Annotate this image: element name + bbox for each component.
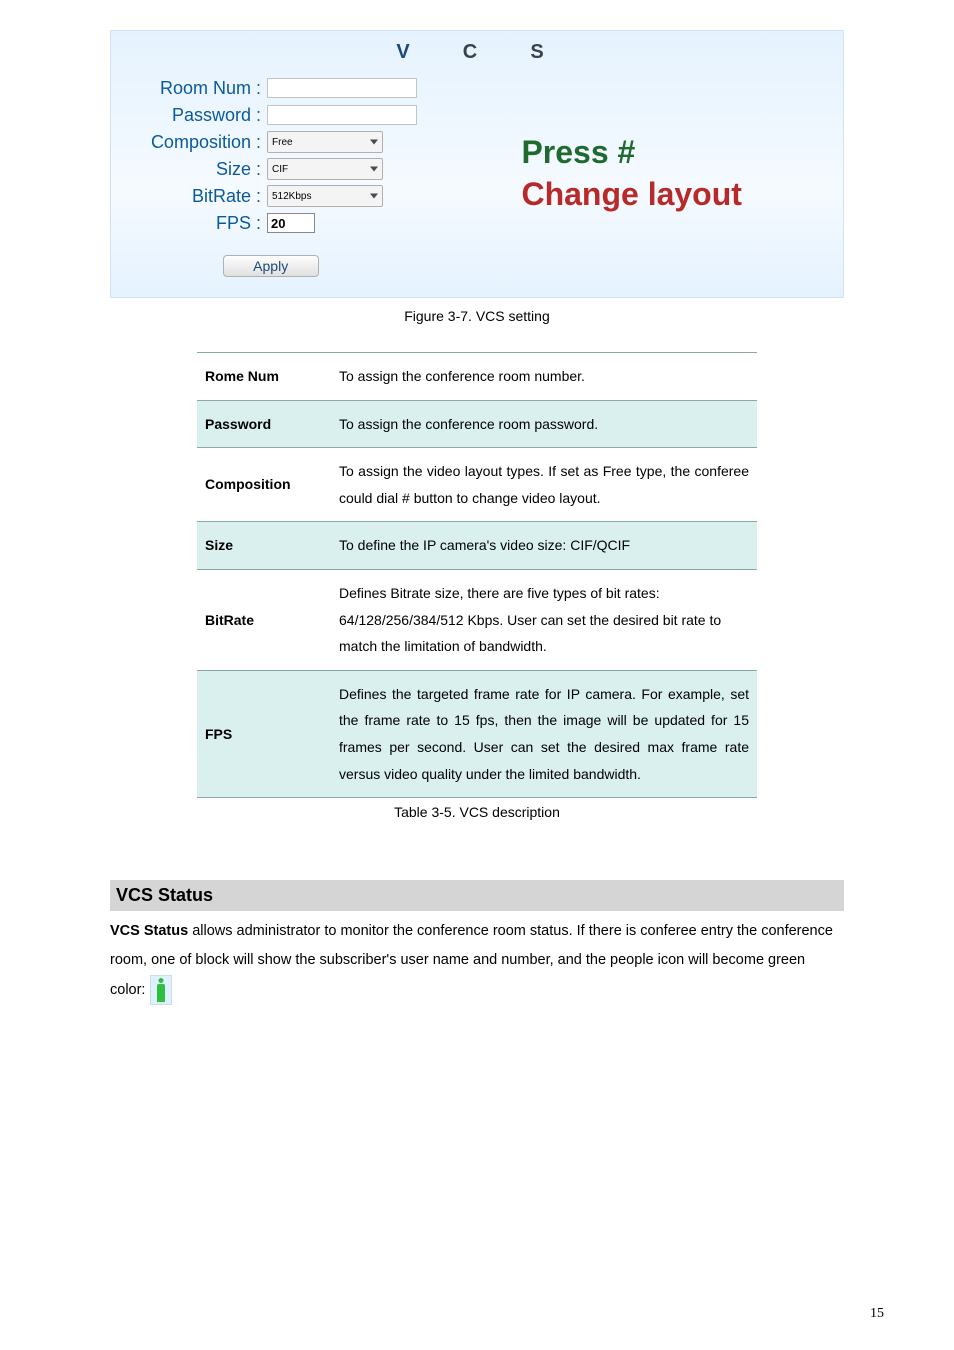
vcs-status-body: VCS Status allows administrator to monit… (110, 917, 844, 1005)
table-row: PasswordTo assign the conference room pa… (197, 400, 757, 448)
table-row-name: BitRate (197, 569, 331, 670)
composition-select[interactable]: Free (267, 131, 383, 153)
figure-caption: Figure 3-7. VCS setting (110, 308, 844, 324)
vcs-status-text: allows administrator to monitor the conf… (110, 923, 833, 998)
table-row: SizeTo define the IP camera's video size… (197, 522, 757, 570)
bitrate-value: 512Kbps (272, 191, 311, 202)
table-row-desc: To define the IP camera's video size: CI… (331, 522, 757, 570)
password-label: Password : (111, 105, 267, 126)
table-row: FPSDefines the targeted frame rate for I… (197, 670, 757, 797)
table-row-desc: To assign the video layout types. If set… (331, 448, 757, 522)
table-caption: Table 3-5. VCS description (110, 804, 844, 820)
table-row-name: FPS (197, 670, 331, 797)
size-label: Size : (111, 159, 267, 180)
person-green-icon (150, 975, 172, 1005)
room-num-input[interactable] (267, 78, 417, 98)
vcs-description-table: Rome NumTo assign the conference room nu… (197, 352, 757, 798)
composition-value: Free (272, 137, 293, 148)
table-row-name: Composition (197, 448, 331, 522)
vcs-settings-panel: V C S Room Num : Password : Composition … (110, 30, 844, 298)
table-row: BitRateDefines Bitrate size, there are f… (197, 569, 757, 670)
fps-input[interactable] (267, 213, 315, 233)
composition-label: Composition : (111, 132, 267, 153)
table-row-desc: To assign the conference room password. (331, 400, 757, 448)
table-row-name: Rome Num (197, 353, 331, 401)
table-row-desc: Defines the targeted frame rate for IP c… (331, 670, 757, 797)
table-row-name: Password (197, 400, 331, 448)
vcs-form: Room Num : Password : Composition : Free… (111, 70, 440, 277)
fps-label: FPS : (111, 213, 267, 234)
section-heading-vcs-status: VCS Status (110, 880, 844, 911)
table-row: CompositionTo assign the video layout ty… (197, 448, 757, 522)
table-row-desc: To assign the conference room number. (331, 353, 757, 401)
table-row-name: Size (197, 522, 331, 570)
chevron-down-icon (370, 140, 378, 145)
vcs-status-bold: VCS Status (110, 923, 188, 939)
hint-line-2: Change layout (521, 176, 741, 212)
layout-hint-area: Press # Change layout (440, 70, 843, 277)
bitrate-label: BitRate : (111, 186, 267, 207)
room-num-label: Room Num : (111, 78, 267, 99)
bitrate-select[interactable]: 512Kbps (267, 185, 383, 207)
password-input[interactable] (267, 105, 417, 125)
chevron-down-icon (370, 167, 378, 172)
table-row-desc: Defines Bitrate size, there are five typ… (331, 569, 757, 670)
hint-line-1: Press # (521, 134, 635, 170)
page-number: 15 (870, 1306, 884, 1322)
chevron-down-icon (370, 194, 378, 199)
size-value: CIF (272, 164, 288, 175)
layout-hint-text: Press # Change layout (511, 132, 741, 215)
vcs-panel-title: V C S (111, 41, 843, 64)
size-select[interactable]: CIF (267, 158, 383, 180)
table-row: Rome NumTo assign the conference room nu… (197, 353, 757, 401)
apply-button[interactable]: Apply (223, 255, 319, 277)
